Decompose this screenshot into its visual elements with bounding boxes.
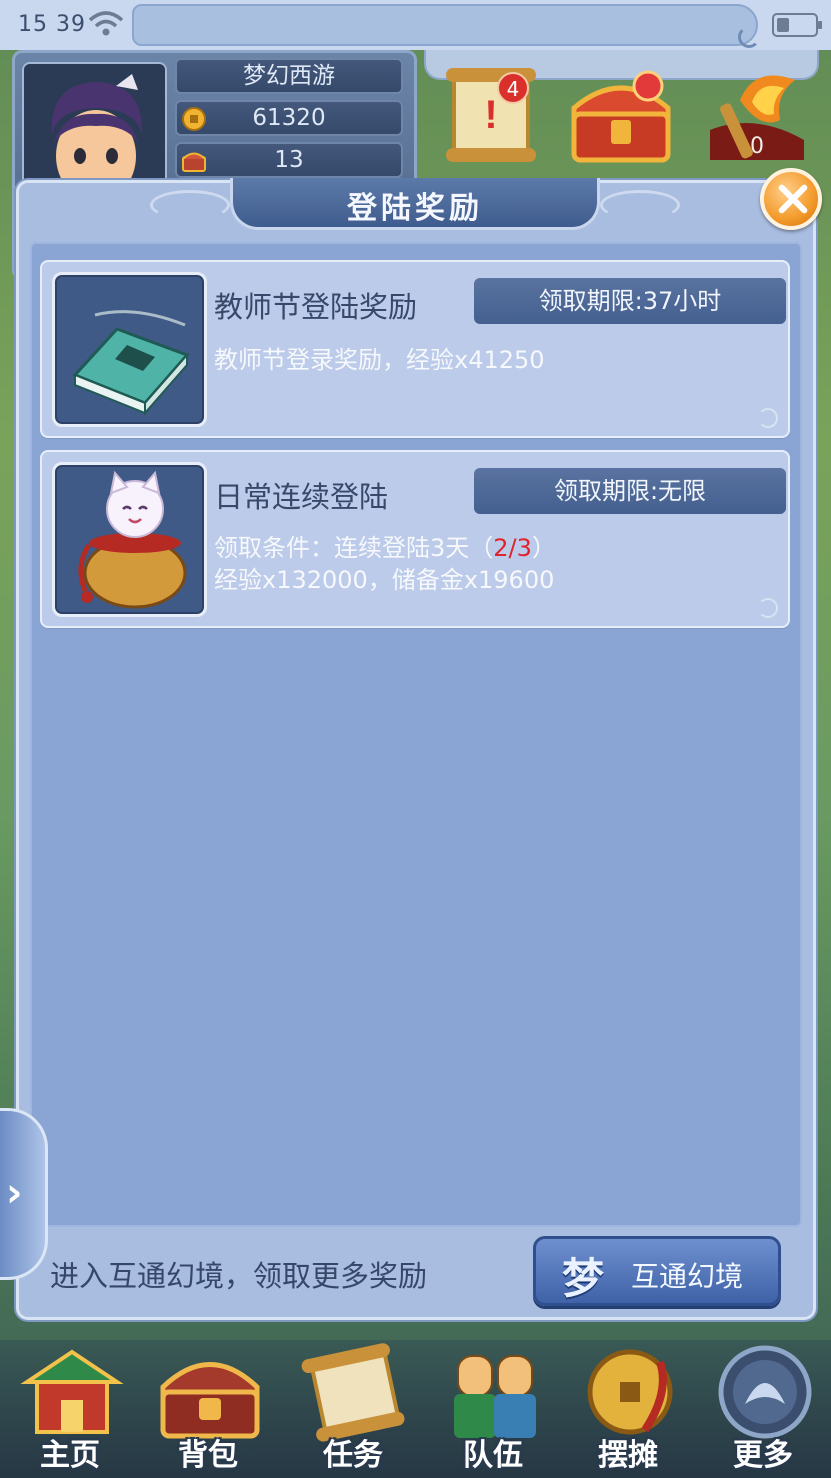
nav-quest[interactable]: 任务	[288, 1342, 418, 1478]
book-icon	[72, 310, 190, 416]
close-button[interactable]	[760, 168, 822, 230]
server-name: 梦幻西游	[243, 63, 335, 89]
home-icon	[20, 1349, 124, 1434]
nav-more[interactable]: 更多	[698, 1342, 828, 1478]
nav-home[interactable]: 主页	[5, 1342, 135, 1478]
portal-hint-text: 进入互通幻境，领取更多奖励	[50, 1259, 428, 1293]
team-icon	[454, 1355, 536, 1438]
stall-icon	[587, 1349, 673, 1435]
reward-card[interactable]: 教师节登陆奖励 领取期限:37小时 教师节登录奖励，经验x41250	[40, 260, 790, 438]
server-name-field: 梦幻西游	[175, 58, 403, 94]
status-bar: 15 39	[0, 0, 831, 50]
reward-condition: 领取条件：连续登陆3天（2/3）	[214, 532, 556, 564]
dream-glyph-icon: 梦	[562, 1254, 605, 1303]
nav-team[interactable]: 队伍	[428, 1342, 558, 1478]
chevron-right-icon: ›	[6, 1170, 23, 1216]
condition-prefix: 领取条件：连续登陆3天（	[214, 534, 494, 562]
reward-title: 日常连续登陆	[214, 480, 389, 514]
reward-deadline: 领取期限:无限	[474, 468, 786, 514]
wifi-icon	[88, 11, 124, 36]
reward-deadline: 领取期限:37小时	[474, 278, 786, 324]
card-corner-decoration	[758, 598, 778, 618]
nav-label: 背包	[178, 1438, 238, 1473]
nav-label: 摆摊	[598, 1438, 658, 1473]
notch-curl-decoration	[738, 26, 760, 48]
backpack-icon	[160, 1362, 260, 1439]
quest-scroll-icon[interactable]: !	[436, 60, 546, 170]
chest-amount: 13	[274, 147, 304, 173]
coin-counter: 61320	[175, 100, 403, 136]
battery-icon	[772, 13, 822, 37]
nav-label: 主页	[40, 1438, 100, 1473]
nav-stall[interactable]: 摆摊	[563, 1342, 693, 1478]
torch-count: 0	[750, 134, 764, 159]
nav-label: 队伍	[463, 1438, 523, 1473]
status-time: 15 39	[18, 12, 86, 37]
chest-icon	[182, 152, 206, 172]
svg-text:!: !	[484, 93, 497, 137]
lucky-cat-bag-icon	[78, 470, 187, 609]
nav-label: 更多	[733, 1438, 793, 1473]
more-icon	[718, 1345, 812, 1439]
reward-item-slot[interactable]	[52, 462, 207, 617]
card-corner-decoration	[758, 408, 778, 428]
coin-amount: 61320	[252, 105, 326, 131]
coin-icon	[182, 107, 206, 131]
condition-suffix: ）	[531, 534, 556, 562]
reward-card[interactable]: 日常连续登陆 领取期限:无限 领取条件：连续登陆3天（2/3） 经验x13200…	[40, 450, 790, 628]
quest-badge: 4	[497, 72, 529, 104]
reward-description: 经验x132000，储备金x19600	[214, 566, 555, 594]
reward-title: 教师节登陆奖励	[214, 290, 418, 324]
chest-counter: 13	[175, 142, 403, 178]
condition-progress: 2/3	[493, 534, 532, 562]
nav-backpack[interactable]: 背包	[143, 1342, 273, 1478]
quest-icon	[301, 1343, 405, 1442]
nav-label: 任务	[323, 1438, 383, 1473]
treasure-chest-icon[interactable]	[566, 60, 676, 170]
portal-button[interactable]: 梦 互通幻境	[533, 1236, 781, 1306]
portal-button-label: 互通幻境	[631, 1260, 744, 1293]
top-notification-pill	[132, 4, 760, 48]
reward-description: 教师节登录奖励，经验x41250	[214, 346, 545, 374]
title-swirl-right-decoration	[600, 190, 680, 220]
reward-item-slot[interactable]	[52, 272, 207, 427]
title-swirl-left-decoration	[150, 190, 230, 220]
modal-title: 登陆奖励	[347, 191, 483, 226]
